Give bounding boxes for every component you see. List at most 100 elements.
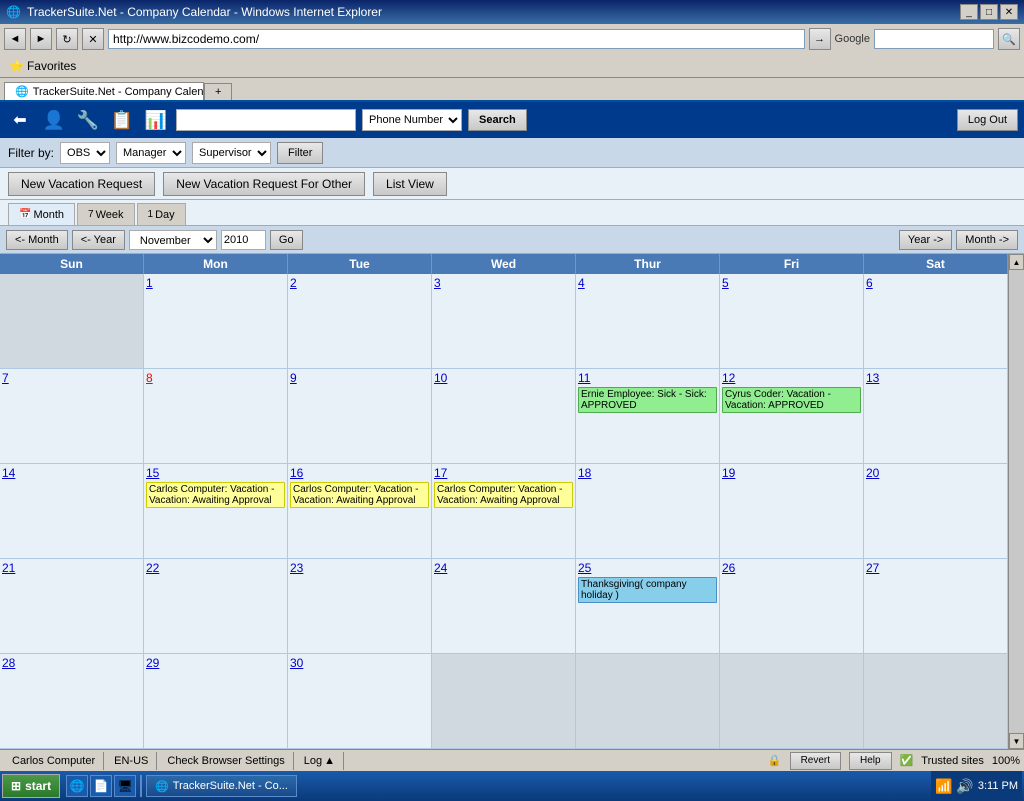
date-28[interactable]: 28 [2, 656, 141, 670]
date-7[interactable]: 7 [2, 371, 141, 385]
scroll-up-button[interactable]: ▲ [1009, 254, 1024, 270]
date-9[interactable]: 9 [290, 371, 429, 385]
list-item[interactable]: Carlos Computer: Vacation - Vacation: Aw… [434, 482, 573, 508]
scrollbar[interactable]: ▲ ▼ [1008, 254, 1024, 749]
scroll-down-button[interactable]: ▼ [1009, 733, 1024, 749]
search-button[interactable]: Search [468, 109, 527, 131]
next-month-button[interactable]: Month -> [956, 230, 1018, 250]
tab-week[interactable]: 7 Week [77, 203, 134, 225]
prev-year-button[interactable]: <- Year [72, 230, 125, 250]
help-button[interactable]: Help [849, 752, 892, 770]
nav-icon-1[interactable]: ⬅ [6, 106, 34, 134]
date-21[interactable]: 21 [2, 561, 141, 575]
date-17[interactable]: 17 [434, 466, 573, 480]
list-item[interactable]: Carlos Computer: Vacation - Vacation: Aw… [290, 482, 429, 508]
date-27[interactable]: 27 [866, 561, 1005, 575]
minimize-button[interactable]: _ [960, 4, 978, 20]
logout-button[interactable]: Log Out [957, 109, 1018, 131]
go-button[interactable]: → [809, 28, 831, 50]
date-10[interactable]: 10 [434, 371, 573, 385]
date-29[interactable]: 29 [146, 656, 285, 670]
title-bar: 🌐 TrackerSuite.Net - Company Calendar - … [0, 0, 1024, 24]
new-vacation-button[interactable]: New Vacation Request [8, 172, 155, 196]
date-1[interactable]: 1 [146, 276, 285, 290]
list-view-button[interactable]: List View [373, 172, 447, 196]
date-11[interactable]: 11 [578, 371, 717, 385]
tray-volume-icon: 🔊 [956, 778, 973, 795]
date-18[interactable]: 18 [578, 466, 717, 480]
taskbar-app-item[interactable]: 🌐 TrackerSuite.Net - Co... [146, 775, 297, 797]
date-12[interactable]: 12 [722, 371, 861, 385]
manager-select[interactable]: Manager [116, 142, 186, 164]
date-13[interactable]: 13 [866, 371, 1005, 385]
list-item[interactable]: Carlos Computer: Vacation - Vacation: Aw… [146, 482, 285, 508]
start-button[interactable]: ⊞ start [2, 774, 60, 798]
nav-icon-2[interactable]: 👤 [40, 106, 68, 134]
table-row: 21 [0, 559, 144, 654]
search-type-select[interactable]: Phone Number [362, 109, 462, 131]
list-item[interactable]: Thanksgiving( company holiday ) [578, 577, 717, 603]
google-search-input[interactable] [874, 29, 994, 49]
nav-icon-4[interactable]: 📋 [108, 106, 136, 134]
year-input[interactable] [221, 230, 266, 250]
quick-launch-2[interactable]: 📄 [90, 775, 112, 797]
stop-button[interactable]: ✕ [82, 28, 104, 50]
back-button[interactable]: ◄ [4, 28, 26, 50]
date-4[interactable]: 4 [578, 276, 717, 290]
table-row [432, 654, 576, 749]
date-26[interactable]: 26 [722, 561, 861, 575]
revert-button[interactable]: Revert [790, 752, 841, 770]
table-row: 3 [432, 274, 576, 369]
search-icon[interactable]: 🔍 [998, 28, 1020, 50]
supervisor-select[interactable]: Supervisor [192, 142, 271, 164]
list-item[interactable]: Ernie Employee: Sick - Sick: APPROVED [578, 387, 717, 413]
header-tue: Tue [288, 254, 432, 274]
main-content: Sun Mon Tue Wed Thur Fri Sat 1 2 3 4 5 6… [0, 254, 1024, 749]
date-2[interactable]: 2 [290, 276, 429, 290]
taskbar: ⊞ start 🌐 📄 🖥 🌐 TrackerSuite.Net - Co...… [0, 771, 1024, 801]
date-8[interactable]: 8 [146, 371, 285, 385]
list-item[interactable]: Cyrus Coder: Vacation - Vacation: APPROV… [722, 387, 861, 413]
forward-button[interactable]: ► [30, 28, 52, 50]
status-user: Carlos Computer [4, 752, 104, 770]
table-row: 26 [720, 559, 864, 654]
date-22[interactable]: 22 [146, 561, 285, 575]
date-14[interactable]: 14 [2, 466, 141, 480]
obs-select[interactable]: OBS [60, 142, 110, 164]
date-19[interactable]: 19 [722, 466, 861, 480]
tab-day[interactable]: 1 Day [137, 203, 186, 225]
date-6[interactable]: 6 [866, 276, 1005, 290]
date-16[interactable]: 16 [290, 466, 429, 480]
date-24[interactable]: 24 [434, 561, 573, 575]
maximize-button[interactable]: □ [980, 4, 998, 20]
date-25[interactable]: 25 [578, 561, 717, 575]
date-23[interactable]: 23 [290, 561, 429, 575]
next-year-button[interactable]: Year -> [899, 230, 952, 250]
address-input[interactable] [108, 29, 805, 49]
app-toolbar: ⬅ 👤 🔧 📋 📊 Phone Number Search Log Out [0, 102, 1024, 138]
quick-launch-ie[interactable]: 🌐 [66, 775, 88, 797]
close-button[interactable]: ✕ [1000, 4, 1018, 20]
tab-month[interactable]: 📅 Month [8, 203, 75, 225]
quick-launch-3[interactable]: 🖥 [114, 775, 136, 797]
browser-tab-1[interactable]: 🌐 TrackerSuite.Net - Company Calendar [4, 82, 204, 100]
new-vacation-other-button[interactable]: New Vacation Request For Other [163, 172, 365, 196]
date-15[interactable]: 15 [146, 466, 285, 480]
nav-icon-3[interactable]: 🔧 [74, 106, 102, 134]
table-row: 20 [864, 464, 1008, 559]
date-5[interactable]: 5 [722, 276, 861, 290]
refresh-button[interactable]: ↻ [56, 28, 78, 50]
table-row [0, 274, 144, 369]
toolbar-search-input[interactable] [176, 109, 356, 131]
date-30[interactable]: 30 [290, 656, 429, 670]
month-select[interactable]: November JanuaryFebruaryMarch AprilMayJu… [129, 230, 217, 250]
browser-tab-2[interactable]: + [204, 83, 232, 100]
nav-icon-5[interactable]: 📊 [142, 106, 170, 134]
go-button[interactable]: Go [270, 230, 303, 250]
taskbar-app-label: TrackerSuite.Net - Co... [173, 780, 288, 792]
prev-month-button[interactable]: <- Month [6, 230, 68, 250]
filter-button[interactable]: Filter [277, 142, 323, 164]
date-20[interactable]: 20 [866, 466, 1005, 480]
date-3[interactable]: 3 [434, 276, 573, 290]
favorites-button[interactable]: ⭐ Favorites [4, 57, 81, 75]
